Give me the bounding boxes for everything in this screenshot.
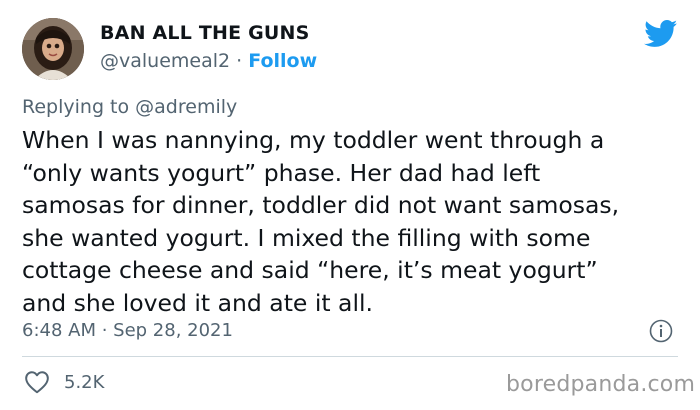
like-count[interactable]: 5.2K [64,372,104,393]
tweet-timestamp[interactable]: 6:48 AM · Sep 28, 2021 [22,320,233,341]
tweet-body-line: and she loved it and ate it all. [22,288,373,317]
author-display-name[interactable]: BAN ALL THE GUNS [100,22,310,44]
tweet-body-line: When I was nannying, my toddler went thr… [22,126,605,154]
divider [22,356,678,357]
tweet-body-line: “only wants yogurt” phase. Her dad had l… [22,158,541,187]
tweet-card: BAN ALL THE GUNS @valuemeal2 · Follow Re… [0,0,700,410]
heart-icon[interactable] [24,370,50,394]
follow-button[interactable]: Follow [248,50,317,72]
tweet-body: When I was nannying, my toddler went thr… [22,124,682,319]
avatar-image [22,18,84,80]
tweet-body-line: samosas for dinner, toddler did not want… [22,191,620,219]
avatar[interactable] [22,18,84,80]
watermark: boredpanda.com [506,372,696,397]
tweet-body-line: she wanted yogurt. I mixed the filling w… [22,223,591,252]
twitter-bird-icon[interactable] [644,20,678,48]
replying-to[interactable]: Replying to @adremily [22,96,237,118]
tweet-body-line: cottage cheese and said “here, it’s meat… [22,256,598,284]
author-handle[interactable]: @valuemeal2 [100,50,230,72]
info-icon[interactable] [649,319,673,343]
handle-separator: · [230,50,249,72]
author-handle-row: @valuemeal2 · Follow [100,50,317,72]
